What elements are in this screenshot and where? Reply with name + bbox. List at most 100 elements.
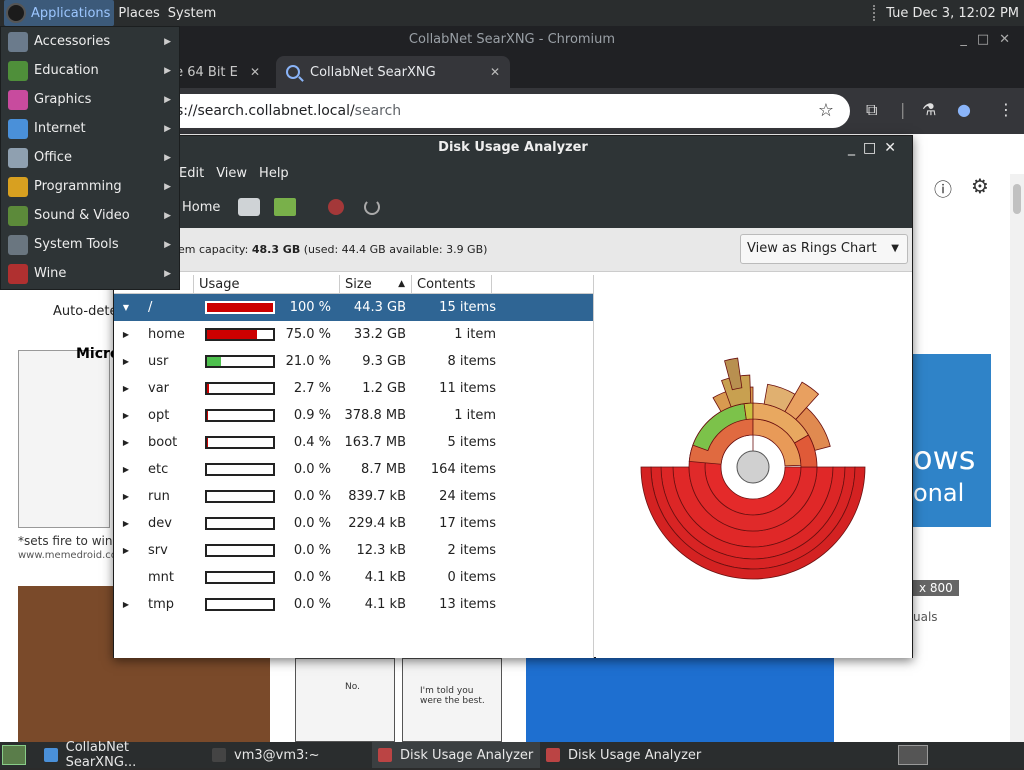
- app-menu-item[interactable]: Graphics▶: [1, 85, 179, 114]
- expander-closed-icon[interactable]: ▶: [114, 492, 138, 501]
- page-scrollbar[interactable]: [1010, 174, 1024, 742]
- workspace-switcher[interactable]: [898, 745, 928, 765]
- expander-open-icon[interactable]: ▼: [114, 303, 138, 312]
- side-text: uals: [913, 610, 938, 624]
- row-contents: 1 item: [406, 408, 496, 423]
- category-icon: [8, 206, 28, 226]
- table-row[interactable]: ▶dev0.0 %229.4 kB17 items: [114, 510, 593, 537]
- extensions-icon[interactable]: ⧉: [866, 100, 877, 120]
- menu-view[interactable]: View: [216, 166, 247, 181]
- taskbar-item[interactable]: CollabNet SearXNG...: [38, 742, 206, 768]
- bookmark-star-icon[interactable]: ☆: [818, 94, 834, 128]
- tab-active[interactable]: CollabNet SearXNG ✕: [276, 56, 510, 88]
- expander-closed-icon[interactable]: ▶: [114, 330, 138, 339]
- show-desktop-icon[interactable]: [2, 745, 26, 765]
- app-menu-item[interactable]: Accessories▶: [1, 27, 179, 56]
- column-contents[interactable]: Contents: [412, 275, 492, 293]
- scan-disk-icon[interactable]: [238, 198, 260, 216]
- app-menu-item[interactable]: Wine▶: [1, 259, 179, 288]
- table-row[interactable]: ▶srv0.0 %12.3 kB2 items: [114, 537, 593, 564]
- row-size: 378.8 MB: [331, 408, 406, 423]
- table-row[interactable]: ▼/100 %44.3 GB15 items: [114, 294, 593, 321]
- taskbar-item[interactable]: Disk Usage Analyzer: [540, 742, 708, 768]
- row-contents: 13 items: [406, 597, 496, 612]
- app-menu-item[interactable]: Programming▶: [1, 172, 179, 201]
- menu-edit[interactable]: Edit: [179, 166, 204, 181]
- table-row[interactable]: ▶usr21.0 %9.3 GB8 items: [114, 348, 593, 375]
- comic-panel-1[interactable]: [295, 658, 395, 742]
- folder-tree[interactable]: Usage Size▲ Contents ▼/100 %44.3 GB15 it…: [114, 275, 594, 658]
- disk-usage-analyzer-window: Disk Usage Analyzer _□✕ Edit View Help H…: [113, 135, 913, 658]
- settings-gear-icon[interactable]: ⚙: [971, 174, 989, 198]
- rings-chart[interactable]: [596, 275, 912, 658]
- expander-closed-icon[interactable]: ▶: [114, 600, 138, 609]
- table-row[interactable]: ▶boot0.4 %163.7 MB5 items: [114, 429, 593, 456]
- refresh-icon[interactable]: [364, 199, 380, 215]
- row-name: var: [138, 381, 194, 396]
- info-icon[interactable]: ⓘ: [934, 176, 952, 202]
- scan-folder-icon[interactable]: [274, 198, 296, 216]
- row-contents: 24 items: [406, 489, 496, 504]
- labs-flask-icon[interactable]: ⚗: [922, 100, 936, 119]
- window-controls[interactable]: _□✕: [960, 26, 1020, 54]
- app-menu-item[interactable]: System Tools▶: [1, 230, 179, 259]
- table-row[interactable]: ▶tmp0.0 %4.1 kB13 items: [114, 591, 593, 618]
- row-pct: 0.4 %: [275, 435, 331, 450]
- table-row[interactable]: mnt0.0 %4.1 kB0 items: [114, 564, 593, 591]
- expander-closed-icon[interactable]: ▶: [114, 465, 138, 474]
- expander-closed-icon[interactable]: ▶: [114, 519, 138, 528]
- kebab-menu-icon[interactable]: ⋮: [998, 100, 1014, 119]
- profile-icon[interactable]: ●: [957, 100, 971, 119]
- scrollbar-thumb[interactable]: [1013, 184, 1021, 214]
- applications-label: Applications: [31, 6, 110, 21]
- task-list: CollabNet SearXNG...vm3@vm3:~Disk Usage …: [38, 742, 708, 768]
- toolbar-divider: |: [900, 100, 905, 119]
- tab-close-icon[interactable]: ✕: [250, 65, 260, 79]
- home-button[interactable]: Home: [182, 200, 220, 215]
- menu-help[interactable]: Help: [259, 166, 289, 181]
- app-menu-item-label: Wine: [34, 266, 66, 281]
- expander-closed-icon[interactable]: ▶: [114, 384, 138, 393]
- meme-image[interactable]: [18, 350, 110, 528]
- app-menu-item[interactable]: Education▶: [1, 56, 179, 85]
- dua-menubar: Edit View Help: [114, 160, 912, 186]
- category-icon: [8, 32, 28, 52]
- row-pct: 0.0 %: [275, 489, 331, 504]
- tab-active-label: CollabNet SearXNG: [310, 65, 436, 80]
- applications-menu[interactable]: Applications: [4, 0, 114, 26]
- expander-closed-icon[interactable]: ▶: [114, 357, 138, 366]
- table-row[interactable]: ▶etc0.0 %8.7 MB164 items: [114, 456, 593, 483]
- row-name: /: [138, 300, 194, 315]
- expander-closed-icon[interactable]: ▶: [114, 438, 138, 447]
- category-icon: [8, 264, 28, 284]
- clock[interactable]: Tue Dec 3, 12:02 PM: [873, 0, 1024, 26]
- rings-center[interactable]: [737, 451, 769, 483]
- expander-closed-icon[interactable]: ▶: [114, 411, 138, 420]
- windows7-wallpaper[interactable]: [526, 658, 834, 742]
- column-size[interactable]: Size▲: [340, 275, 412, 293]
- table-row[interactable]: ▶home75.0 %33.2 GB1 item: [114, 321, 593, 348]
- column-usage[interactable]: Usage: [194, 275, 340, 293]
- tab-close-icon[interactable]: ✕: [490, 65, 500, 79]
- taskbar-item-label: CollabNet SearXNG...: [66, 740, 200, 770]
- taskbar-item[interactable]: Disk Usage Analyzer: [372, 742, 540, 768]
- chevron-right-icon: ▶: [164, 124, 171, 134]
- tree-header: Usage Size▲ Contents: [114, 275, 593, 294]
- dua-window-controls[interactable]: _□✕: [848, 136, 904, 160]
- table-row[interactable]: ▶opt0.9 %378.8 MB1 item: [114, 402, 593, 429]
- table-row[interactable]: ▶var2.7 %1.2 GB11 items: [114, 375, 593, 402]
- app-menu-item[interactable]: Internet▶: [1, 114, 179, 143]
- address-bar[interactable]: s://search.collabnet.local/search ☆: [160, 94, 850, 128]
- comic-text-2: I'm told you were the best.: [420, 686, 492, 706]
- expander-closed-icon[interactable]: ▶: [114, 546, 138, 555]
- taskbar-item[interactable]: vm3@vm3:~: [206, 742, 372, 768]
- app-menu-item[interactable]: Office▶: [1, 143, 179, 172]
- row-name: mnt: [138, 570, 194, 585]
- stop-icon[interactable]: [328, 199, 344, 215]
- system-menu[interactable]: System: [164, 0, 220, 26]
- app-menu-item[interactable]: Sound & Video▶: [1, 201, 179, 230]
- row-name: dev: [138, 516, 194, 531]
- table-row[interactable]: ▶run0.0 %839.7 kB24 items: [114, 483, 593, 510]
- places-menu[interactable]: Places: [114, 0, 163, 26]
- view-mode-select[interactable]: View as Rings Chart ▼: [740, 234, 908, 264]
